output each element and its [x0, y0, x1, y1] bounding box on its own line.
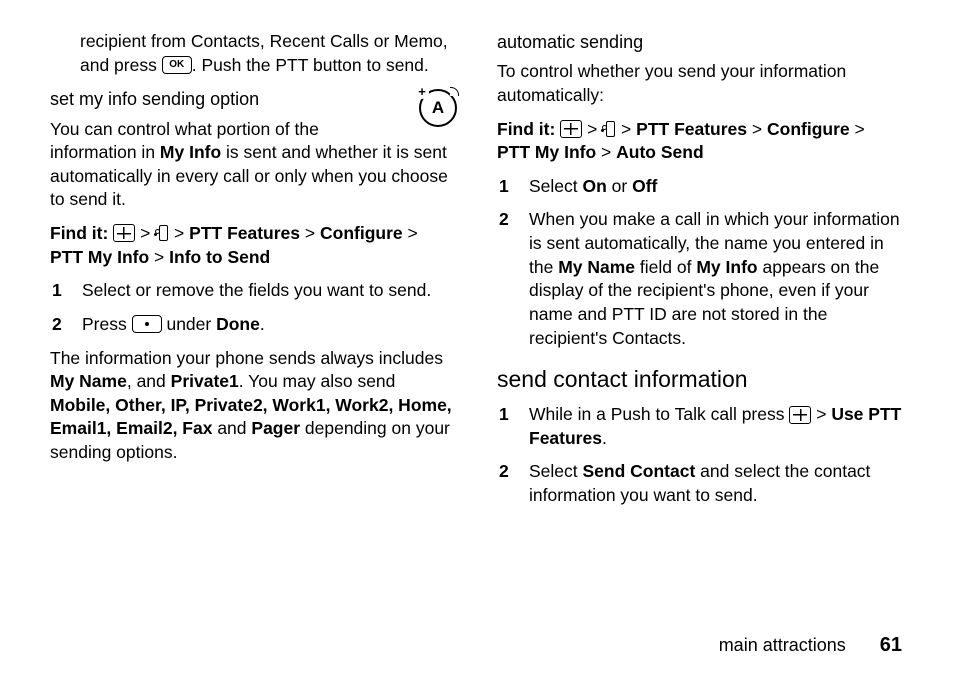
footer-section-label: main attractions — [719, 635, 846, 656]
section-heading-send-contact: send contact information — [497, 364, 904, 395]
nav-item: PTT My Info — [497, 142, 596, 162]
left-column: recipient from Contacts, Recent Calls or… — [50, 30, 457, 624]
step-item: 1 While in a Push to Talk call press > U… — [497, 403, 904, 450]
steps-list: 1 Select On or Off 2 When you make a cal… — [497, 175, 904, 350]
text-bold: My Name — [558, 257, 635, 277]
find-it-label: Find it: — [497, 119, 555, 139]
step-item: 2 Press under Done. — [50, 313, 457, 337]
step-number: 1 — [50, 279, 82, 303]
step-item: 2 Select Send Contact and select the con… — [497, 460, 904, 507]
menu-key-icon — [560, 120, 582, 138]
separator: > — [408, 223, 418, 243]
text: . Push the PTT button to send. — [192, 55, 429, 75]
nav-item: PTT My Info — [50, 247, 149, 267]
page-number: 61 — [880, 634, 902, 657]
text: . You may also send — [239, 371, 396, 391]
text-bold: My Name — [50, 371, 127, 391]
text: , and — [127, 371, 171, 391]
step-body: Select On or Off — [529, 175, 904, 199]
text-bold: Pager — [251, 418, 300, 438]
right-column: automatic sending To control whether you… — [497, 30, 904, 624]
text: under — [162, 314, 216, 334]
separator: > — [154, 247, 164, 267]
separator: > — [855, 119, 865, 139]
text: field of — [635, 257, 696, 277]
subheading-automatic-sending: automatic sending — [497, 30, 904, 54]
manual-page: recipient from Contacts, Recent Calls or… — [0, 0, 954, 677]
separator: > — [752, 119, 762, 139]
text: Select — [529, 176, 583, 196]
step-number: 2 — [497, 208, 529, 350]
paragraph: The information your phone sends always … — [50, 347, 457, 465]
step-item: 1 Select On or Off — [497, 175, 904, 199]
ptt-icon — [155, 224, 169, 242]
text-bold: Off — [632, 176, 657, 196]
step-body: When you make a call in which your infor… — [529, 208, 904, 350]
separator: > — [174, 223, 184, 243]
step-number: 1 — [497, 175, 529, 199]
nav-item: Configure — [767, 119, 850, 139]
find-it-path: Find it: > > PTT Features > Configure > … — [497, 118, 904, 165]
text-bold: Private1 — [171, 371, 239, 391]
steps-list: 1 Select or remove the fields you want t… — [50, 279, 457, 336]
text: > — [811, 404, 831, 424]
continued-paragraph: recipient from Contacts, Recent Calls or… — [50, 30, 457, 77]
text: While in a Push to Talk call press — [529, 404, 789, 424]
page-footer: main attractions 61 — [50, 634, 904, 657]
softkey-icon — [132, 315, 162, 333]
text-bold: Done — [216, 314, 260, 334]
separator: > — [601, 142, 611, 162]
subheading-set-my-info: A set my info sending option — [50, 87, 457, 111]
menu-key-icon — [789, 406, 811, 424]
text: The information your phone sends always … — [50, 348, 443, 368]
step-body: Select Send Contact and select the conta… — [529, 460, 904, 507]
separator: > — [587, 119, 597, 139]
step-item: 1 Select or remove the fields you want t… — [50, 279, 457, 303]
text: Select — [529, 461, 583, 481]
text-bold: On — [583, 176, 607, 196]
heading-text: set my info sending option — [50, 89, 259, 109]
nav-item: Auto Send — [616, 142, 704, 162]
text: Press — [82, 314, 132, 334]
text-bold: My Info — [696, 257, 757, 277]
separator: > — [140, 223, 150, 243]
step-body: Press under Done. — [82, 313, 457, 337]
paragraph: You can control what portion of the info… — [50, 118, 457, 213]
nav-item: PTT Features — [189, 223, 300, 243]
find-it-label: Find it: — [50, 223, 108, 243]
step-number: 1 — [497, 403, 529, 450]
find-it-path: Find it: > > PTT Features > Configure > … — [50, 222, 457, 269]
steps-list: 1 While in a Push to Talk call press > U… — [497, 403, 904, 508]
nav-item: Configure — [320, 223, 403, 243]
step-body: Select or remove the fields you want to … — [82, 279, 457, 303]
nav-item: PTT Features — [636, 119, 747, 139]
separator: > — [305, 223, 315, 243]
ptt-icon — [602, 120, 616, 138]
columns: recipient from Contacts, Recent Calls or… — [50, 30, 904, 624]
step-number: 2 — [497, 460, 529, 507]
person-plus-icon: A — [419, 89, 457, 127]
step-body: While in a Push to Talk call press > Use… — [529, 403, 904, 450]
paragraph: To control whether you send your informa… — [497, 60, 904, 107]
text: and — [212, 418, 251, 438]
menu-key-icon — [113, 224, 135, 242]
ok-key-icon: OK — [162, 56, 192, 74]
text: . — [260, 314, 265, 334]
step-number: 2 — [50, 313, 82, 337]
text-bold: Send Contact — [583, 461, 696, 481]
separator: > — [621, 119, 631, 139]
text: or — [607, 176, 632, 196]
text: . — [602, 428, 607, 448]
nav-item: Info to Send — [169, 247, 270, 267]
text-bold: My Info — [160, 142, 221, 162]
step-item: 2 When you make a call in which your inf… — [497, 208, 904, 350]
